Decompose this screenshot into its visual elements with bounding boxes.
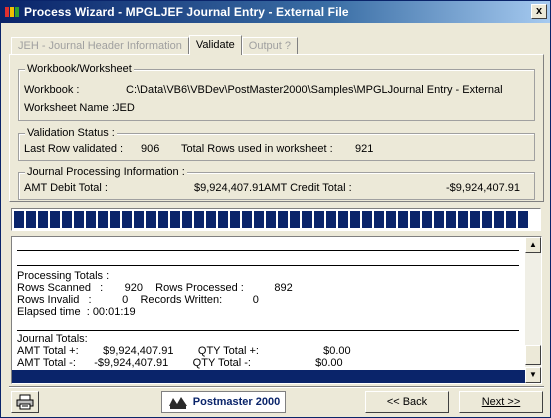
progress-segment	[518, 211, 528, 228]
progress-segment	[290, 211, 300, 228]
logo-text: Postmaster 2000	[192, 396, 281, 408]
back-button[interactable]: << Back	[365, 391, 449, 413]
scroll-thumb[interactable]	[525, 345, 541, 365]
progress-segment	[410, 211, 420, 228]
scroll-down-icon[interactable]: ▼	[525, 367, 541, 383]
progress-segment	[446, 211, 456, 228]
progress-segment	[38, 211, 48, 228]
progress-segment	[374, 211, 384, 228]
amt-total-minus-line: AMT Total -: -$9,924,407.91 QTY Total -:…	[17, 357, 343, 369]
credit-total-label: AMT Credit Total :	[264, 182, 352, 194]
progress-segment	[122, 211, 132, 228]
window-title: Process Wizard - MPGLJEF Journal Entry -…	[24, 5, 349, 19]
printer-icon	[16, 394, 34, 410]
worksheet-label: Worksheet Name :	[24, 102, 115, 114]
progress-segment	[422, 211, 432, 228]
progress-segment	[242, 211, 252, 228]
journal-totals-heading: Journal Totals:	[17, 333, 88, 345]
elapsed-time-line: Elapsed time : 00:01:19	[17, 306, 136, 318]
close-button[interactable]: x	[531, 4, 547, 19]
progress-segment	[182, 211, 192, 228]
progress-segment	[62, 211, 72, 228]
progress-segment	[506, 211, 516, 228]
progress-segment	[434, 211, 444, 228]
progress-segment	[470, 211, 480, 228]
print-button[interactable]	[11, 391, 39, 413]
footer-divider	[9, 386, 544, 388]
progress-segment	[458, 211, 468, 228]
processing-log[interactable]: Processing Totals : Rows Scanned : 920 R…	[11, 236, 542, 384]
log-divider	[17, 265, 519, 266]
progress-segment	[50, 211, 60, 228]
progress-segment	[158, 211, 168, 228]
next-button-label: Next >>	[481, 396, 521, 408]
log-content: Processing Totals : Rows Scanned : 920 R…	[12, 237, 526, 383]
journal-processing-group: Journal Processing Information : AMT Deb…	[18, 165, 535, 200]
progress-segment	[74, 211, 84, 228]
postmaster-logo-icon	[168, 397, 187, 409]
workbook-path: C:\Data\VB6\VBDev\PostMaster2000\Samples…	[126, 84, 503, 96]
progress-segment	[206, 211, 216, 228]
progress-segment	[494, 211, 504, 228]
last-row-value: 906	[141, 143, 160, 155]
title-bar[interactable]: Process Wizard - MPGLJEF Journal Entry -…	[1, 1, 550, 23]
progress-segment	[398, 211, 408, 228]
log-divider	[17, 330, 519, 331]
total-rows-label: Total Rows used in worksheet :	[181, 143, 333, 155]
progress-segment	[98, 211, 108, 228]
progress-segment	[278, 211, 288, 228]
tab-strip: JEH - Journal Header Information Validat…	[11, 35, 298, 55]
progress-bar	[11, 208, 541, 231]
progress-segment	[386, 211, 396, 228]
log-divider	[17, 250, 519, 251]
progress-segment	[302, 211, 312, 228]
journal-group-title: Journal Processing Information :	[25, 165, 187, 179]
credit-total-value: -$9,924,407.91	[446, 182, 521, 194]
total-rows-value: 921	[355, 143, 374, 155]
worksheet-name: JED	[114, 102, 135, 114]
next-button[interactable]: Next >>	[459, 391, 543, 413]
app-icon	[5, 5, 21, 19]
process-wizard-window: Process Wizard - MPGLJEF Journal Entry -…	[0, 0, 551, 418]
progress-segment	[362, 211, 372, 228]
progress-segment	[14, 211, 24, 228]
last-row-label: Last Row validated :	[24, 143, 124, 155]
workbook-label: Workbook :	[24, 84, 80, 96]
progress-segment	[218, 211, 228, 228]
progress-segment	[338, 211, 348, 228]
processing-totals-heading: Processing Totals :	[17, 270, 110, 282]
progress-segment	[482, 211, 492, 228]
progress-segment	[134, 211, 144, 228]
debit-total-label: AMT Debit Total :	[24, 182, 108, 194]
tab-journal-header[interactable]: JEH - Journal Header Information	[11, 37, 189, 55]
rows-scanned-line: Rows Scanned : 920 Rows Processed : 892	[17, 282, 293, 294]
progress-segment	[266, 211, 276, 228]
progress-segment	[314, 211, 324, 228]
progress-segment	[110, 211, 120, 228]
log-selected-row[interactable]	[12, 370, 526, 383]
scroll-up-icon[interactable]: ▲	[525, 237, 541, 253]
progress-segment	[86, 211, 96, 228]
validation-status-group: Validation Status : Last Row validated :…	[18, 126, 535, 161]
tab-validate[interactable]: Validate	[188, 35, 242, 55]
progress-segment	[26, 211, 36, 228]
validate-panel: Workbook/Worksheet Workbook : C:\Data\VB…	[9, 54, 544, 202]
progress-segment	[170, 211, 180, 228]
workbook-group-title: Workbook/Worksheet	[25, 62, 134, 76]
progress-segment	[350, 211, 360, 228]
tab-output[interactable]: Output ?	[241, 37, 298, 55]
progress-segment	[326, 211, 336, 228]
rows-invalid-line: Rows Invalid : 0 Records Written: 0	[17, 294, 259, 306]
progress-segment	[194, 211, 204, 228]
progress-segment	[254, 211, 264, 228]
validation-group-title: Validation Status :	[25, 126, 117, 140]
log-vertical-scrollbar[interactable]: ▲ ▼	[525, 237, 541, 383]
progress-segment	[146, 211, 156, 228]
progress-segment	[230, 211, 240, 228]
amt-total-plus-line: AMT Total +: $9,924,407.91 QTY Total +: …	[17, 345, 351, 357]
postmaster-logo: Postmaster 2000	[161, 391, 286, 413]
workbook-group: Workbook/Worksheet Workbook : C:\Data\VB…	[18, 62, 535, 121]
debit-total-value: $9,924,407.91	[194, 182, 265, 194]
